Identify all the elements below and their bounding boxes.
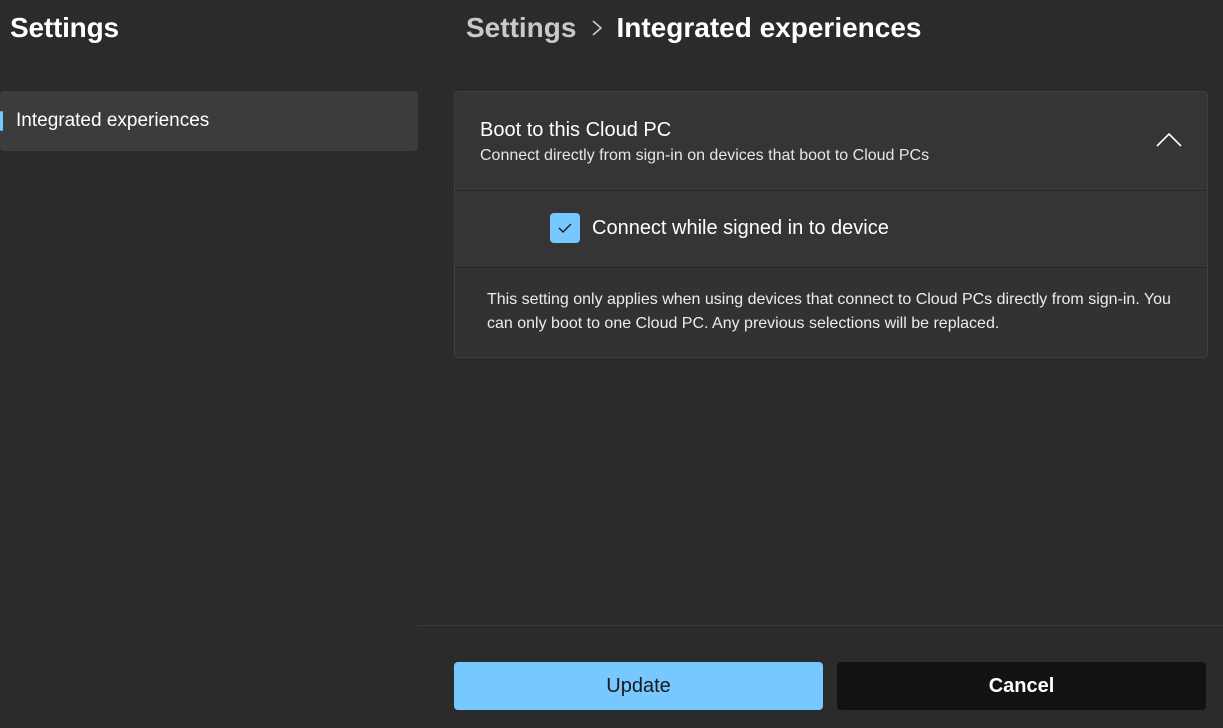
card-title: Boot to this Cloud PC [480, 119, 672, 141]
connect-while-signed-in-checkbox[interactable] [550, 213, 580, 243]
setting-description: This setting only applies when using dev… [487, 291, 1171, 332]
chevron-right-icon [590, 18, 604, 38]
checkmark-icon [558, 223, 572, 233]
cancel-button[interactable]: Cancel [837, 662, 1206, 710]
settings-window: Settings Integrated experiences Settings… [0, 0, 1223, 728]
card-header[interactable]: Boot to this Cloud PC Connect directly f… [455, 92, 1207, 190]
sidebar-item-integrated-experiences[interactable]: Integrated experiences [0, 91, 418, 151]
update-button[interactable]: Update [454, 662, 823, 710]
sidebar-item-label: Integrated experiences [16, 110, 210, 131]
page-title: Integrated experiences [616, 12, 922, 43]
breadcrumb-root[interactable]: Settings [466, 12, 576, 44]
chevron-up-icon [1156, 132, 1182, 147]
divider [455, 267, 1207, 268]
selection-indicator [0, 111, 3, 131]
boot-to-cloud-pc-card: Boot to this Cloud PC Connect directly f… [454, 91, 1208, 358]
card-subtitle: Connect directly from sign-in on devices… [480, 147, 930, 164]
collapse-button[interactable] [1149, 120, 1189, 160]
footer-divider [418, 625, 1223, 626]
app-title: Settings [10, 12, 119, 43]
option-row: Connect while signed in to device [455, 191, 1207, 267]
breadcrumb: Settings Integrated experiences [466, 12, 922, 44]
checkbox-label[interactable]: Connect while signed in to device [592, 217, 889, 240]
